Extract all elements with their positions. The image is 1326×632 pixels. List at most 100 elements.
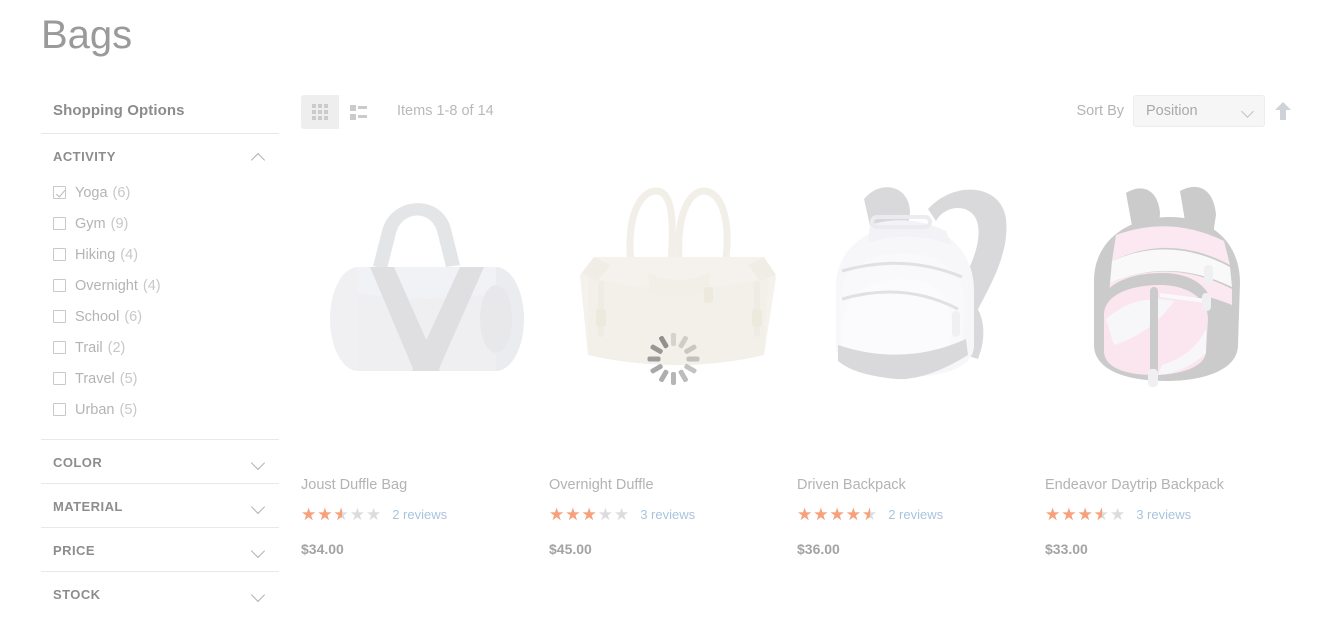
filter-group-color: COLOR (41, 439, 279, 483)
filter-group-price: PRICE (41, 527, 279, 571)
filter-option-school[interactable]: School (6) (53, 301, 267, 332)
checkbox-icon[interactable] (53, 341, 66, 354)
filter-option-count: (5) (119, 370, 138, 387)
product-grid: Joust Duffle Bag★★★★★★★★★★2 reviews$34.0… (301, 160, 1306, 557)
product-image[interactable] (797, 160, 1045, 408)
chevron-down-icon (251, 498, 267, 514)
filter-label: PRICE (53, 542, 95, 558)
product-rating[interactable]: ★★★★★★★★★★ 3 reviews (1045, 506, 1293, 523)
shopping-options-sidebar: Shopping Options ACTIVITY Yoga (6) Gym (9) Hi… (41, 96, 279, 615)
sort-ascending-arrow-icon[interactable] (1274, 100, 1292, 122)
filter-option-list: Yoga (6) Gym (9) Hiking (4) Overnight (4) School… (41, 177, 279, 439)
filter-option-count: (2) (107, 339, 126, 356)
filter-label: COLOR (53, 454, 103, 470)
filter-option-hiking[interactable]: Hiking (4) (53, 239, 267, 270)
product-reviews-link[interactable]: 2 reviews (888, 507, 943, 522)
filter-option-count: (4) (142, 277, 161, 294)
checkbox-icon[interactable] (53, 310, 66, 323)
filter-option-label: Trail (75, 339, 103, 356)
filter-toggle-color[interactable]: COLOR (41, 440, 279, 483)
product-image[interactable] (301, 160, 549, 408)
filter-group-list: ACTIVITY Yoga (6) Gym (9) Hiking (4) Overnight(… (41, 133, 279, 615)
product-card[interactable]: Overnight Duffle ★★★★★★★★★★ 3 reviews $45.0… (549, 160, 797, 557)
checkbox-icon[interactable] (53, 217, 66, 230)
filter-option-label: Urban (75, 401, 115, 418)
filter-group-activity: ACTIVITY Yoga (6) Gym (9) Hiking (4) Overnight(… (41, 133, 279, 439)
view-mode-switcher (301, 95, 377, 129)
filter-option-count: (5) (119, 401, 138, 418)
filter-option-count: (6) (124, 308, 143, 325)
filter-option-count: (6) (112, 184, 131, 201)
filter-option-gym[interactable]: Gym (9) (53, 208, 267, 239)
product-card[interactable]: Joust Duffle Bag ★★★★★★★★★★ 2 reviews $34.0… (301, 160, 549, 557)
filter-option-label: Overnight (75, 277, 138, 294)
checkbox-icon[interactable] (53, 403, 66, 416)
filter-option-overnight[interactable]: Overnight (4) (53, 270, 267, 301)
product-image[interactable] (549, 160, 797, 408)
grid-view-mode-button[interactable] (301, 95, 339, 129)
filter-label: ACTIVITY (53, 148, 116, 164)
filter-label: MATERIAL (53, 498, 123, 514)
list-view-mode-button[interactable] (339, 95, 377, 129)
filter-option-label: Hiking (75, 246, 116, 263)
filter-toggle-material[interactable]: MATERIAL (41, 484, 279, 527)
product-name[interactable]: Overnight Duffle (549, 476, 797, 494)
product-card[interactable]: Driven Backpack ★★★★★★★★★★ 2 reviews $36.00 (797, 160, 1045, 557)
list-view-icon (349, 104, 367, 120)
sort-by-label: Sort By (1076, 103, 1124, 119)
sort-controls: Sort By Position (1076, 95, 1292, 127)
product-name[interactable]: Driven Backpack (797, 476, 1045, 494)
filter-toggle-stock[interactable]: STOCK (41, 572, 279, 615)
filter-option-yoga[interactable]: Yoga (6) (53, 177, 267, 208)
product-reviews-link[interactable]: 2 reviews (392, 507, 447, 522)
filter-option-travel[interactable]: Travel (5) (53, 363, 267, 394)
checkbox-icon[interactable] (53, 372, 66, 385)
product-price: $34.00 (301, 541, 344, 557)
filter-option-label: School (75, 308, 120, 325)
filter-option-label: Yoga (75, 184, 108, 201)
filter-toggle-price[interactable]: PRICE (41, 528, 279, 571)
product-reviews-link[interactable]: 3 reviews (1136, 507, 1191, 522)
star-rating-icon: ★★★★★★★★★★ (797, 505, 879, 524)
chevron-down-icon (251, 454, 267, 470)
grid-view-icon (312, 104, 328, 120)
checkbox-icon[interactable] (53, 248, 66, 261)
chevron-down-icon (1241, 105, 1254, 118)
filter-option-urban[interactable]: Urban (5) (53, 394, 267, 425)
items-count-label: Items 1-8 of 14 (397, 103, 494, 119)
filter-group-material: MATERIAL (41, 483, 279, 527)
product-price: $36.00 (797, 541, 840, 557)
filter-option-label: Gym (75, 215, 106, 232)
product-name[interactable]: Endeavor Daytrip Backpack (1045, 476, 1293, 494)
star-rating-icon: ★★★★★★★★★★ (1045, 505, 1127, 524)
product-price: $33.00 (1045, 541, 1088, 557)
chevron-down-icon (251, 542, 267, 558)
product-price: $45.00 (549, 541, 592, 557)
chevron-up-icon (251, 148, 267, 164)
chevron-down-icon (251, 586, 267, 602)
filter-option-count: (4) (120, 246, 139, 263)
sort-by-select[interactable]: Position (1133, 95, 1265, 127)
star-rating-icon: ★★★★★★★★★★ (301, 505, 383, 524)
product-rating[interactable]: ★★★★★★★★★★ 3 reviews (549, 506, 797, 523)
product-image[interactable] (1045, 160, 1293, 408)
filter-option-count: (9) (110, 215, 129, 232)
page-title: Bags (41, 13, 133, 57)
sort-by-value: Position (1146, 103, 1198, 119)
checkbox-icon[interactable] (53, 186, 66, 199)
star-rating-icon: ★★★★★★★★★★ (549, 505, 631, 524)
product-card[interactable]: Endeavor Daytrip Backpack ★★★★★★★★★★ 3 rev… (1045, 160, 1293, 557)
product-name[interactable]: Joust Duffle Bag (301, 476, 549, 494)
filter-label: STOCK (53, 586, 101, 602)
sidebar-heading: Shopping Options (53, 102, 185, 119)
product-rating[interactable]: ★★★★★★★★★★ 2 reviews (797, 506, 1045, 523)
product-toolbar: Items 1-8 of 14 Sort By Position (301, 95, 1292, 129)
filter-toggle-activity[interactable]: ACTIVITY (41, 134, 279, 177)
filter-option-label: Travel (75, 370, 115, 387)
filter-group-stock: STOCK (41, 571, 279, 615)
checkbox-icon[interactable] (53, 279, 66, 292)
product-reviews-link[interactable]: 3 reviews (640, 507, 695, 522)
category-page: Bags Shopping Options ACTIVITY Yoga (6) Gym… (0, 0, 1326, 632)
product-rating[interactable]: ★★★★★★★★★★ 2 reviews (301, 506, 549, 523)
filter-option-trail[interactable]: Trail (2) (53, 332, 267, 363)
